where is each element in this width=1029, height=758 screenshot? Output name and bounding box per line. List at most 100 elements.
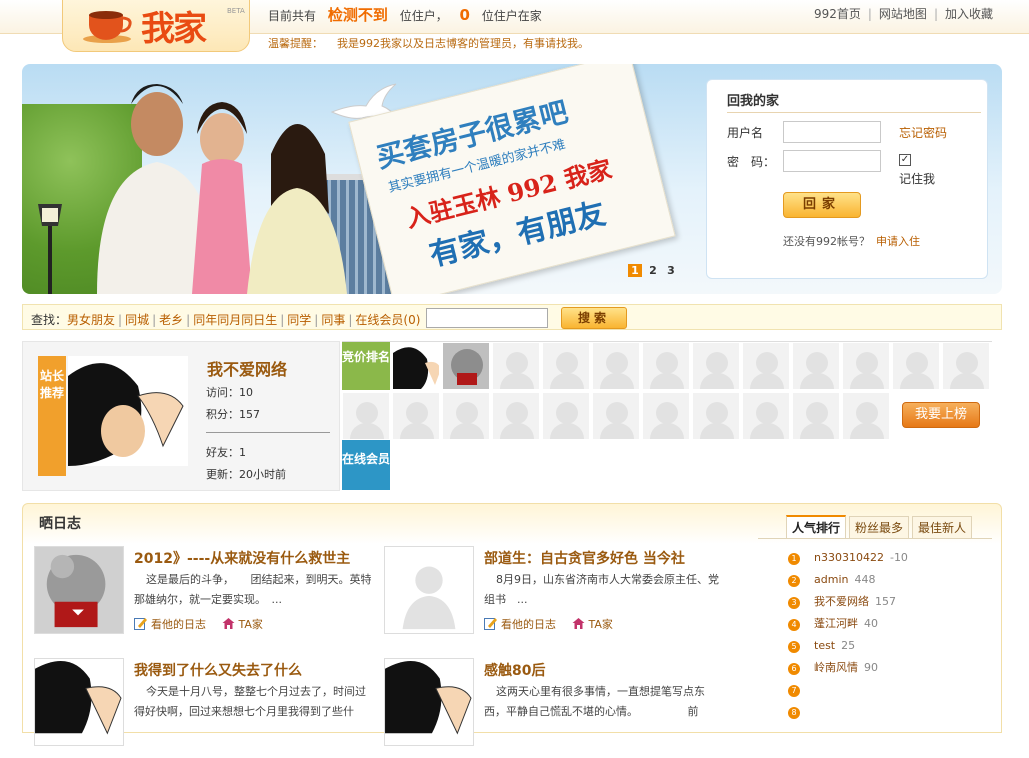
visit-home-label: TA家 — [238, 618, 263, 631]
ranking-avatar-placeholder[interactable] — [392, 392, 440, 440]
recommend-points: 积分：157 — [206, 408, 260, 421]
ranking-avatar-placeholder[interactable] — [342, 392, 390, 440]
top-links: 992首页 | 网站地图 | 加入收藏 — [813, 7, 993, 21]
recommend-updated: 更新：20小时前 — [206, 468, 286, 481]
rank-user[interactable]: test — [814, 639, 835, 652]
recommend-name[interactable]: 我不爱网络 — [207, 356, 287, 380]
view-diary-link[interactable]: 看他的日志 — [484, 618, 562, 631]
diary-post: 我得到了什么又失去了什么 今天是十月八号，整整七个月过去了，时间过得好快啊，回过… — [34, 658, 374, 758]
login-divider — [727, 112, 981, 113]
ranking-avatar-placeholder[interactable] — [792, 392, 840, 440]
slide-2[interactable]: 2 — [646, 264, 660, 277]
ranking-avatar-placeholder[interactable] — [442, 392, 490, 440]
ranking-avatar-placeholder[interactable] — [692, 342, 740, 390]
view-diary-label: 看他的日志 — [151, 618, 206, 631]
rank-number: 5 — [788, 641, 800, 653]
list-item: 3 我不爱网络 157 — [788, 594, 908, 616]
filter-classmate[interactable]: 同学 — [287, 313, 311, 327]
rank-user[interactable]: 我不爱网络 — [814, 595, 869, 608]
visit-home-label: TA家 — [588, 618, 613, 631]
remember-me[interactable]: ✓ 记住我 — [899, 154, 959, 187]
ranking-avatar-placeholder[interactable] — [892, 342, 940, 390]
post-thumbnail[interactable] — [384, 546, 474, 634]
join-ranking-button[interactable]: 我要上榜 — [902, 402, 980, 428]
ranking-avatar-placeholder[interactable] — [842, 392, 890, 440]
rank-user[interactable]: admin — [814, 573, 848, 586]
site-logo[interactable]: 我家 BETA — [62, 0, 250, 52]
view-diary-link[interactable]: 看他的日志 — [134, 618, 212, 631]
logo-text: 我家 — [141, 9, 207, 49]
visit-home-link[interactable]: TA家 — [572, 618, 619, 631]
post-title[interactable]: 感触80后 — [484, 660, 545, 680]
rank-number: 4 — [788, 619, 800, 631]
ranking-avatar-placeholder[interactable] — [742, 392, 790, 440]
ranking-avatar-placeholder[interactable] — [492, 342, 540, 390]
ranking-avatar-placeholder[interactable] — [542, 342, 590, 390]
coffee-cup-icon — [83, 11, 132, 43]
ranking-avatar-placeholder[interactable] — [692, 392, 740, 440]
ranking-avatar-placeholder[interactable] — [492, 392, 540, 440]
ranking-avatar-placeholder[interactable] — [742, 342, 790, 390]
ranking-avatar-placeholder[interactable] — [842, 342, 890, 390]
ranking-avatar-placeholder[interactable] — [542, 392, 590, 440]
list-item: 1 n330310422 -10 — [788, 550, 908, 572]
remember-checkbox[interactable]: ✓ — [899, 154, 911, 166]
ranking-avatar-placeholder[interactable] — [642, 342, 690, 390]
tip-notice: 温馨提醒： 我是992我家以及日志博客的管理员，有事请找我。 — [268, 35, 589, 51]
slide-3[interactable]: 3 — [664, 264, 678, 277]
ranking-avatar[interactable] — [442, 342, 490, 390]
post-thumbnail[interactable] — [384, 658, 474, 746]
post-title[interactable]: 部道生：自古贪官多好色 当今社 — [484, 548, 685, 568]
username-input[interactable] — [783, 121, 881, 143]
register-link[interactable]: 申请入住 — [876, 235, 920, 248]
tab-popular[interactable]: 人气排行 — [786, 515, 847, 538]
filter-online[interactable]: 在线会员(0) — [355, 313, 420, 327]
search-button[interactable]: 搜索 — [561, 307, 627, 329]
rank-user[interactable]: 岭南风情 — [814, 661, 858, 674]
ranking-avatar-placeholder[interactable] — [792, 342, 840, 390]
post-excerpt: 这是最后的斗争， 团结起来，到明天。英特那雄纳尔，就一定要实现。 ... — [134, 573, 372, 606]
login-button[interactable]: 回家 — [783, 192, 861, 218]
stats-suffix: 位住户在家 — [481, 9, 542, 23]
filter-same-city[interactable]: 同城 — [125, 313, 149, 327]
list-item: 8 — [788, 704, 908, 726]
visit-home-link[interactable]: TA家 — [222, 618, 269, 631]
tip-label: 温馨提醒： — [268, 37, 323, 50]
rank-user[interactable]: n330310422 — [814, 551, 884, 564]
filter-hometown[interactable]: 老乡 — [159, 313, 183, 327]
login-title: 回我的家 — [727, 94, 780, 109]
recommend-avatar[interactable] — [68, 356, 188, 466]
link-bookmark[interactable]: 加入收藏 — [945, 7, 993, 21]
ranking-avatar-placeholder[interactable] — [642, 392, 690, 440]
filter-same-birthday[interactable]: 同年同月同日生 — [193, 313, 277, 327]
rank-count: 448 — [854, 573, 876, 586]
tab-most-fans[interactable]: 粉丝最多 — [849, 516, 910, 539]
slide-1[interactable]: 1 — [628, 264, 642, 277]
ranking-label: 竞价排名 — [342, 342, 390, 390]
tab-best-newcomer[interactable]: 最佳新人 — [912, 516, 973, 539]
filter-friends[interactable]: 男女朋友 — [67, 313, 115, 327]
list-item: 5 test 25 — [788, 638, 908, 660]
ranking-avatar-placeholder[interactable] — [592, 342, 640, 390]
rank-user[interactable]: 蓬江河畔 — [814, 617, 858, 630]
forgot-password-link[interactable]: 忘记密码 — [899, 124, 947, 141]
recommend-visits: 访问：10 — [206, 386, 253, 399]
rank-number: 3 — [788, 597, 800, 609]
post-thumbnail[interactable] — [34, 658, 124, 746]
search-input[interactable] — [426, 308, 548, 328]
post-title[interactable]: 2012》----从来就没有什么救世主 — [134, 548, 350, 568]
ranking-avatar-placeholder[interactable] — [942, 342, 990, 390]
remember-label: 记住我 — [899, 172, 936, 186]
stats-total: 检测不到 — [327, 6, 388, 24]
search-bar: 查找：男女朋友 | 同城 | 老乡 | 同年同月同日生 | 同学 | 同事 | 在线会员(0) 搜索 — [22, 304, 1002, 330]
link-home[interactable]: 992首页 — [814, 7, 861, 21]
password-input[interactable] — [783, 150, 881, 172]
diary-post: 部道生：自古贪官多好色 当今社 8月9日，山东省济南市人大常委会原主任、党组书 … — [384, 546, 724, 646]
ranking-avatar-placeholder[interactable] — [592, 392, 640, 440]
filter-colleague[interactable]: 同事 — [321, 313, 345, 327]
post-title[interactable]: 我得到了什么又失去了什么 — [134, 660, 302, 680]
post-thumbnail[interactable] — [34, 546, 124, 634]
ranking-avatar[interactable] — [392, 342, 440, 390]
rank-count: 40 — [864, 617, 878, 630]
link-sitemap[interactable]: 网站地图 — [879, 7, 927, 21]
